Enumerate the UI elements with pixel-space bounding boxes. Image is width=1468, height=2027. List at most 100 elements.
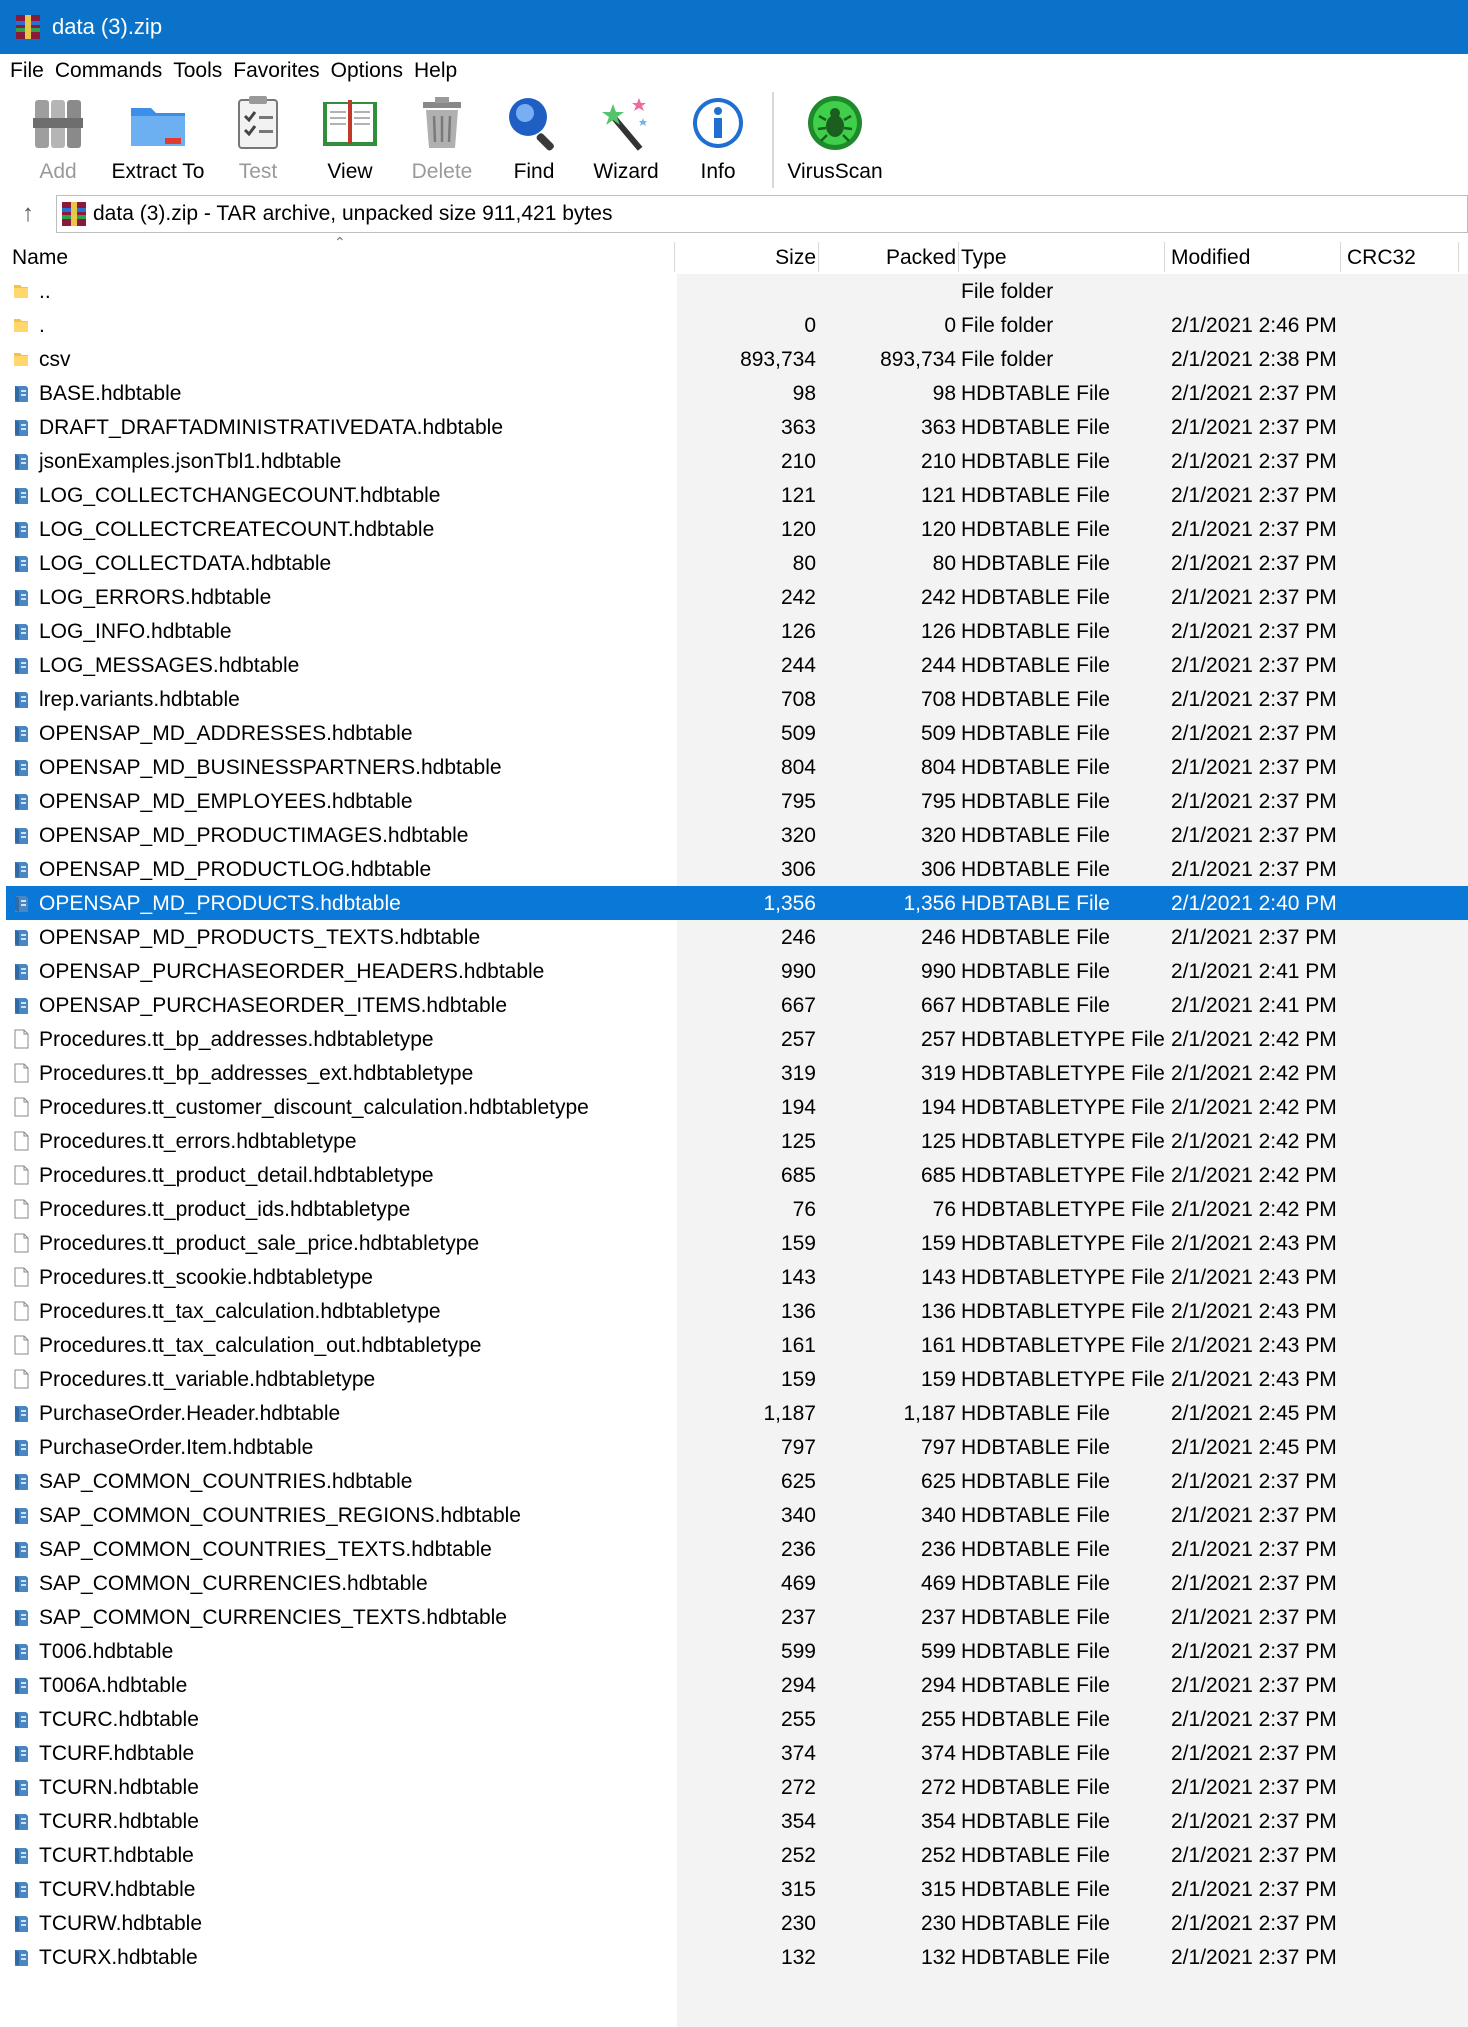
file-row[interactable]: Procedures.tt_product_sale_price.hdbtabl…: [6, 1226, 1468, 1260]
info-button[interactable]: Info: [672, 88, 764, 192]
column-divider[interactable]: [1164, 242, 1165, 272]
file-packed: 125: [920, 1130, 956, 1153]
file-row[interactable]: OPENSAP_MD_EMPLOYEES.hdbtable 795 795 HDBTA…: [6, 784, 1468, 818]
address-field[interactable]: data (3).zip - TAR archive, unpacked siz…: [56, 195, 1468, 233]
file-row[interactable]: .. File folder: [6, 274, 1468, 308]
file-row[interactable]: PurchaseOrder.Header.hdbtable 1,187 1,187 H…: [6, 1396, 1468, 1430]
file-row[interactable]: OPENSAP_MD_PRODUCTS_TEXTS.hdbtable 246 246…: [6, 920, 1468, 954]
add-button[interactable]: Add: [12, 88, 104, 192]
column-packed[interactable]: Packed: [826, 238, 956, 274]
file-row[interactable]: SAP_COMMON_COUNTRIES_TEXTS.hdbtable 236 23…: [6, 1532, 1468, 1566]
file-list[interactable]: Name ⌃ Size Packed Type Modified CRC32 .…: [6, 234, 1468, 2027]
file-row[interactable]: Procedures.tt_bp_addresses_ext.hdbtablet…: [6, 1056, 1468, 1090]
file-row[interactable]: . 0 0 File folder 2/1/2021 2:46 PM: [6, 308, 1468, 342]
file-row[interactable]: Procedures.tt_product_detail.hdbtabletyp…: [6, 1158, 1468, 1192]
column-divider[interactable]: [674, 242, 675, 272]
file-row[interactable]: Procedures.tt_scookie.hdbtabletype 143 143…: [6, 1260, 1468, 1294]
file-size: 469: [780, 1572, 816, 1595]
file-row[interactable]: LOG_COLLECTCREATECOUNT.hdbtable 120 120 HDB…: [6, 512, 1468, 546]
hdbtable-icon: [15, 624, 28, 640]
menu-help[interactable]: Help: [414, 59, 457, 83]
file-size: 340: [780, 1504, 816, 1527]
virusscan-button[interactable]: VirusScan: [784, 88, 886, 192]
file-row[interactable]: OPENSAP_MD_BUSINESSPARTNERS.hdbtable 804 8…: [6, 750, 1468, 784]
file-size: 80: [792, 552, 816, 575]
file-row[interactable]: TCURT.hdbtable 252 252 HDBTABLE File 2/1/202…: [6, 1838, 1468, 1872]
column-size[interactable]: Size: [696, 238, 816, 274]
file-name: LOG_MESSAGES.hdbtable: [39, 654, 300, 677]
extract-to-button[interactable]: Extract To: [104, 88, 212, 192]
column-divider[interactable]: [1458, 242, 1459, 272]
file-row[interactable]: LOG_INFO.hdbtable 126 126 HDBTABLE File 2/1/…: [6, 614, 1468, 648]
file-row[interactable]: OPENSAP_PURCHASEORDER_ITEMS.hdbtable 667 6…: [6, 988, 1468, 1022]
menu-tools[interactable]: Tools: [173, 59, 222, 83]
file-row[interactable]: LOG_MESSAGES.hdbtable 244 244 HDBTABLE File…: [6, 648, 1468, 682]
file-row[interactable]: TCURV.hdbtable 315 315 HDBTABLE File 2/1/202…: [6, 1872, 1468, 1906]
file-row[interactable]: OPENSAP_MD_PRODUCTIMAGES.hdbtable 320 320 H…: [6, 818, 1468, 852]
file-row[interactable]: csv 893,734 893,734 File folder 2/1/2021 2:3…: [6, 342, 1468, 376]
file-row[interactable]: TCURC.hdbtable 255 255 HDBTABLE File 2/1/202…: [6, 1702, 1468, 1736]
test-button[interactable]: Test: [212, 88, 304, 192]
menu-options[interactable]: Options: [331, 59, 403, 83]
file-row[interactable]: SAP_COMMON_CURRENCIES_TEXTS.hdbtable 237 2…: [6, 1600, 1468, 1634]
file-type: HDBTABLETYPE File: [961, 1130, 1165, 1153]
menu-favorites[interactable]: Favorites: [233, 59, 319, 83]
file-row[interactable]: TCURX.hdbtable 132 132 HDBTABLE File 2/1/202…: [6, 1940, 1468, 1974]
info-icon: [693, 98, 743, 148]
bug-icon: [808, 96, 862, 150]
file-row[interactable]: TCURW.hdbtable 230 230 HDBTABLE File 2/1/202…: [6, 1906, 1468, 1940]
view-button[interactable]: View: [304, 88, 396, 192]
file-name: PurchaseOrder.Item.hdbtable: [39, 1436, 314, 1459]
file-row[interactable]: OPENSAP_MD_PRODUCTS.hdbtable 1,356 1,356 HD…: [6, 886, 1468, 920]
file-packed: 990: [920, 960, 956, 983]
menu-file[interactable]: File: [10, 59, 44, 83]
file-modified: 2/1/2021 2:37 PM: [1171, 858, 1337, 881]
file-row[interactable]: Procedures.tt_customer_discount_calculat…: [6, 1090, 1468, 1124]
file-row[interactable]: LOG_COLLECTCHANGECOUNT.hdbtable 121 121 HDB…: [6, 478, 1468, 512]
file-name: OPENSAP_PURCHASEORDER_ITEMS.hdbtable: [39, 994, 507, 1017]
hdbtable-icon: [15, 896, 28, 912]
column-divider[interactable]: [818, 242, 819, 272]
file-row[interactable]: jsonExamples.jsonTbl1.hdbtable 210 210 HDBT…: [6, 444, 1468, 478]
column-type[interactable]: Type: [961, 238, 1007, 274]
trash-icon: [423, 97, 461, 148]
file-row[interactable]: OPENSAP_MD_ADDRESSES.hdbtable 509 509 HDBTA…: [6, 716, 1468, 750]
file-name: BASE.hdbtable: [39, 382, 182, 405]
column-name[interactable]: Name: [12, 238, 68, 274]
file-row[interactable]: LOG_COLLECTDATA.hdbtable 80 80 HDBTABLE Fil…: [6, 546, 1468, 580]
file-row[interactable]: Procedures.tt_tax_calculation.hdbtablety…: [6, 1294, 1468, 1328]
file-row[interactable]: lrep.variants.hdbtable 708 708 HDBTABLE Fil…: [6, 682, 1468, 716]
file-size: 143: [780, 1266, 816, 1289]
file-row[interactable]: OPENSAP_PURCHASEORDER_HEADERS.hdbtable 99…: [6, 954, 1468, 988]
hdbtable-icon: [15, 1746, 28, 1762]
file-row[interactable]: BASE.hdbtable 98 98 HDBTABLE File 2/1/2021 2…: [6, 376, 1468, 410]
up-arrow-icon[interactable]: ↑: [0, 200, 56, 228]
file-row[interactable]: Procedures.tt_bp_addresses.hdbtabletype 2…: [6, 1022, 1468, 1056]
file-row[interactable]: Procedures.tt_errors.hdbtabletype 125 125 H…: [6, 1124, 1468, 1158]
file-row[interactable]: Procedures.tt_variable.hdbtabletype 159 15…: [6, 1362, 1468, 1396]
file-row[interactable]: SAP_COMMON_COUNTRIES.hdbtable 625 625 HDBTA…: [6, 1464, 1468, 1498]
column-divider[interactable]: [1340, 242, 1341, 272]
column-crc32[interactable]: CRC32: [1347, 238, 1416, 274]
file-row[interactable]: TCURN.hdbtable 272 272 HDBTABLE File 2/1/202…: [6, 1770, 1468, 1804]
file-row[interactable]: SAP_COMMON_CURRENCIES.hdbtable 469 469 HDBT…: [6, 1566, 1468, 1600]
delete-button[interactable]: Delete: [396, 88, 488, 192]
file-name: TCURV.hdbtable: [39, 1878, 196, 1901]
wizard-button[interactable]: Wizard: [580, 88, 672, 192]
column-modified[interactable]: Modified: [1171, 238, 1250, 274]
file-row[interactable]: OPENSAP_MD_PRODUCTLOG.hdbtable 306 306 HDBT…: [6, 852, 1468, 886]
find-button[interactable]: Find: [488, 88, 580, 192]
file-row[interactable]: Procedures.tt_tax_calculation_out.hdbtab…: [6, 1328, 1468, 1362]
file-row[interactable]: T006.hdbtable 599 599 HDBTABLE File 2/1/2021…: [6, 1634, 1468, 1668]
file-row[interactable]: LOG_ERRORS.hdbtable 242 242 HDBTABLE File 2/…: [6, 580, 1468, 614]
menu-commands[interactable]: Commands: [55, 59, 162, 83]
file-row[interactable]: SAP_COMMON_COUNTRIES_REGIONS.hdbtable 340…: [6, 1498, 1468, 1532]
file-row[interactable]: T006A.hdbtable 294 294 HDBTABLE File 2/1/202…: [6, 1668, 1468, 1702]
file-row[interactable]: PurchaseOrder.Item.hdbtable 797 797 HDBTABL…: [6, 1430, 1468, 1464]
column-divider[interactable]: [958, 242, 959, 272]
file-row[interactable]: DRAFT_DRAFTADMINISTRATIVEDATA.hdbtable 36…: [6, 410, 1468, 444]
file-row[interactable]: TCURR.hdbtable 354 354 HDBTABLE File 2/1/202…: [6, 1804, 1468, 1838]
file-row[interactable]: TCURF.hdbtable 374 374 HDBTABLE File 2/1/202…: [6, 1736, 1468, 1770]
file-row[interactable]: Procedures.tt_product_ids.hdbtabletype 76…: [6, 1192, 1468, 1226]
file-packed: 599: [920, 1640, 956, 1663]
